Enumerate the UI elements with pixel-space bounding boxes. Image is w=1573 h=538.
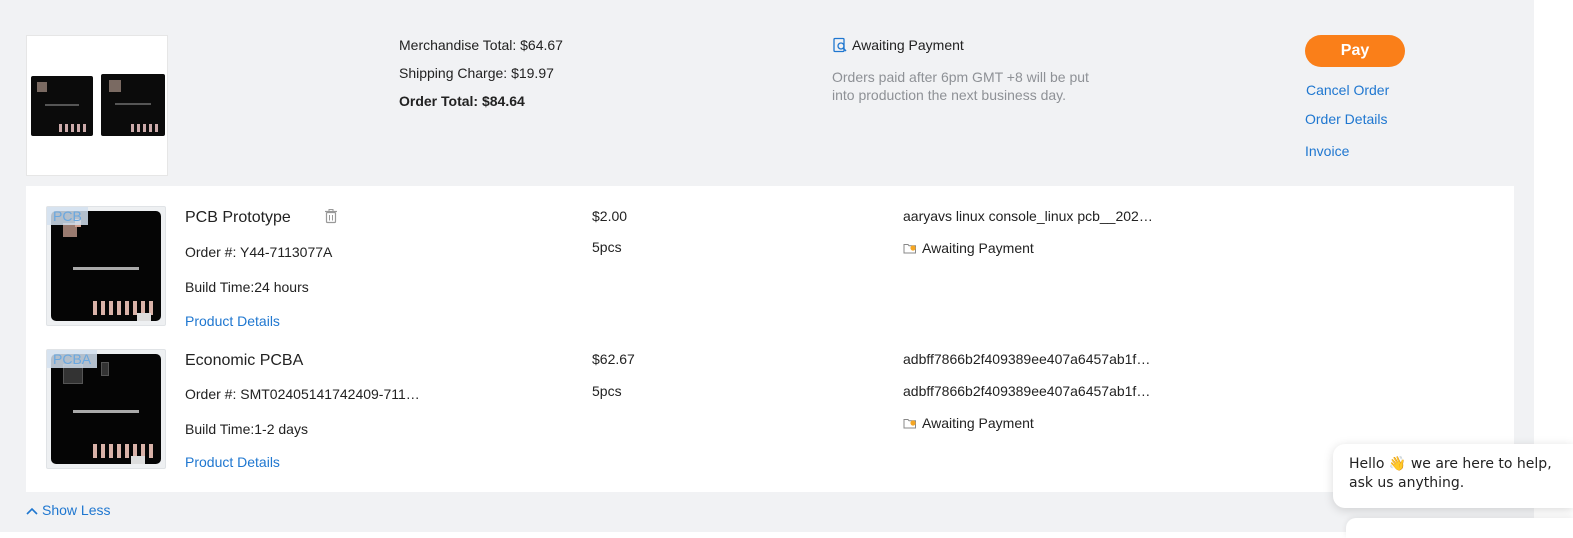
show-less-toggle[interactable]: Show Less [26,502,110,518]
shipping-charge: Shipping Charge: $19.97 [399,65,554,81]
order-total: Order Total: $84.64 [399,93,525,109]
product-details-link[interactable]: Product Details [185,313,280,329]
order-items: PCB PCB Prototype Order #: Y44-7113077A … [26,186,1514,492]
pay-button[interactable]: Pay [1305,35,1405,67]
item-build-time: Build Time:24 hours [185,279,309,295]
show-less-label: Show Less [42,502,111,518]
order-thumbnail-pcb [31,76,93,136]
item-price: $2.00 [592,208,628,224]
invoice-link[interactable]: Invoice [1305,143,1349,159]
chat-message: Hello 👋 we are here to help, ask us anyt… [1349,456,1552,491]
order-thumbnail-pcba [101,74,165,136]
order-thumbnails[interactable] [26,35,168,176]
file-status-icon [903,241,917,254]
search-doc-icon [832,37,848,56]
merchandise-total: Merchandise Total: $64.67 [399,37,563,53]
product-details-link[interactable]: Product Details [185,454,280,470]
item-price: $62.67 [592,351,635,367]
chevron-up-icon [26,502,38,518]
order-status-label: Awaiting Payment [852,37,964,53]
cancel-order-link[interactable]: Cancel Order [1306,82,1389,98]
item-status-label: Awaiting Payment [922,240,1034,256]
pcba-board-image [51,354,161,464]
item-title: Economic PCBA [185,352,304,369]
item-file-name[interactable]: adbff7866b2f409389ee407a6457ab1f… [903,351,1153,367]
trash-icon[interactable] [323,208,339,224]
item-image-pcba[interactable]: PCBA [46,349,166,469]
item-title: PCB Prototype [185,209,291,226]
item-file-name-secondary[interactable]: adbff7866b2f409389ee407a6457ab1f… [903,383,1153,399]
pcb-board-image [51,211,161,321]
file-status-icon [903,416,917,429]
item-quantity: 5pcs [592,383,622,399]
production-hint: Orders paid after 6pm GMT +8 will be put… [832,69,1089,103]
item-build-time: Build Time:1-2 days [185,421,308,437]
item-order-number: Order #: SMT02405141742409-711… [185,386,420,402]
item-type-tag: PCB [47,207,88,225]
item-status-label: Awaiting Payment [922,415,1034,431]
chat-bubble[interactable]: Hello 👋 we are here to help, ask us anyt… [1333,444,1573,508]
item-order-number: Order #: Y44-7113077A [185,244,333,260]
item-file-name[interactable]: aaryavs linux console_linux pcb__202… [903,208,1163,224]
item-image-pcb[interactable]: PCB [46,206,166,326]
item-status: Awaiting Payment [903,415,1034,431]
order-status: Awaiting Payment [832,37,964,56]
item-quantity: 5pcs [592,239,622,255]
order-details-link[interactable]: Order Details [1305,111,1387,127]
order-panel: Merchandise Total: $64.67 Shipping Charg… [0,0,1534,532]
item-status: Awaiting Payment [903,240,1034,256]
chat-widget-peek[interactable] [1346,518,1573,538]
item-type-tag: PCBA [47,350,98,368]
